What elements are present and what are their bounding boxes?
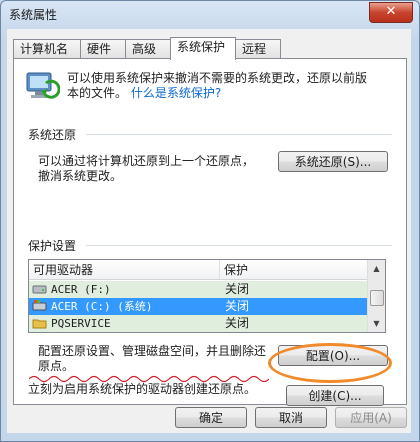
protection-settings-group-title: 保护设置 — [28, 237, 80, 254]
tab-remote[interactable]: 远程 — [235, 39, 281, 59]
cancel-button[interactable]: 取消 — [255, 407, 327, 428]
drive-protection-status: 关闭 — [225, 316, 250, 330]
create-button[interactable]: 创建(C)... — [286, 385, 384, 406]
scrollbar-thumb[interactable] — [370, 290, 384, 306]
scroll-up-arrow-icon[interactable]: ▲ — [368, 260, 385, 277]
title-bar[interactable]: 系统属性 ✕ — [1, 1, 419, 29]
close-button[interactable]: ✕ — [369, 2, 413, 23]
windows-drive-icon — [32, 300, 47, 311]
intro-line-2-text: 本的文件。 — [67, 86, 128, 100]
drive-row-selected[interactable]: ACER (C:) (系统) 关闭 — [29, 298, 367, 315]
drive-name: ACER (C:) (系统) — [51, 300, 153, 313]
drive-row[interactable]: ACER (F:) 关闭 — [29, 281, 367, 298]
intro-line-2: 本的文件。 什么是系统保护? — [67, 86, 221, 101]
drive-name: ACER (F:) — [51, 283, 111, 296]
drives-list[interactable]: 可用驱动器 保护 ACER (F:) 关闭 ACER (C:) (系统) 关闭 … — [28, 259, 386, 333]
column-header-protection[interactable]: 保护 — [219, 260, 367, 280]
drive-name: PQSERVICE — [51, 317, 111, 330]
configure-description-line-2: 原点。 — [38, 359, 75, 373]
annotation-highlight-oval — [268, 343, 392, 383]
tab-computer-name[interactable]: 计算机名 — [13, 39, 81, 59]
drive-protection-status: 关闭 — [225, 282, 250, 296]
system-properties-window: 系统属性 ✕ 计算机名 硬件 高级 系统保护 远程 可以使用系统保护来撤消不需要… — [0, 0, 420, 442]
system-restore-group-title: 系统还原 — [28, 126, 80, 143]
hard-drive-icon — [32, 285, 47, 294]
window-title: 系统属性 — [9, 8, 58, 22]
apply-button[interactable]: 应用(A) — [335, 407, 407, 428]
ok-button[interactable]: 确定 — [175, 407, 247, 428]
drive-protection-status: 关闭 — [225, 299, 250, 313]
group-divider — [86, 134, 392, 135]
folder-drive-icon — [32, 319, 47, 329]
annotation-red-underline — [29, 375, 269, 383]
restore-description-line-2: 撤消系统更改。 — [38, 169, 123, 183]
scroll-down-arrow-icon[interactable]: ▼ — [368, 315, 385, 332]
system-restore-button[interactable]: 系统还原(S)... — [278, 151, 388, 172]
tab-advanced[interactable]: 高级 — [125, 39, 171, 59]
drive-row[interactable]: PQSERVICE 关闭 — [29, 315, 367, 332]
system-protection-icon — [26, 72, 60, 99]
intro-line-1: 可以使用系统保护来撤消不需要的系统更改，还原以前版 — [67, 71, 368, 85]
tab-system-protection[interactable]: 系统保护 — [170, 37, 236, 60]
configure-description-line-1: 配置还原设置、管理磁盘空间，并且删除还 — [38, 344, 267, 358]
tab-hardware[interactable]: 硬件 — [80, 39, 126, 59]
drives-list-scrollbar[interactable]: ▲ ▼ — [367, 260, 385, 332]
group-divider — [86, 245, 392, 246]
restore-description-line-1: 可以通过将计算机还原到上一个还原点， — [38, 154, 255, 168]
column-header-drives[interactable]: 可用驱动器 — [29, 260, 219, 280]
what-is-system-protection-link[interactable]: 什么是系统保护? — [131, 86, 221, 100]
